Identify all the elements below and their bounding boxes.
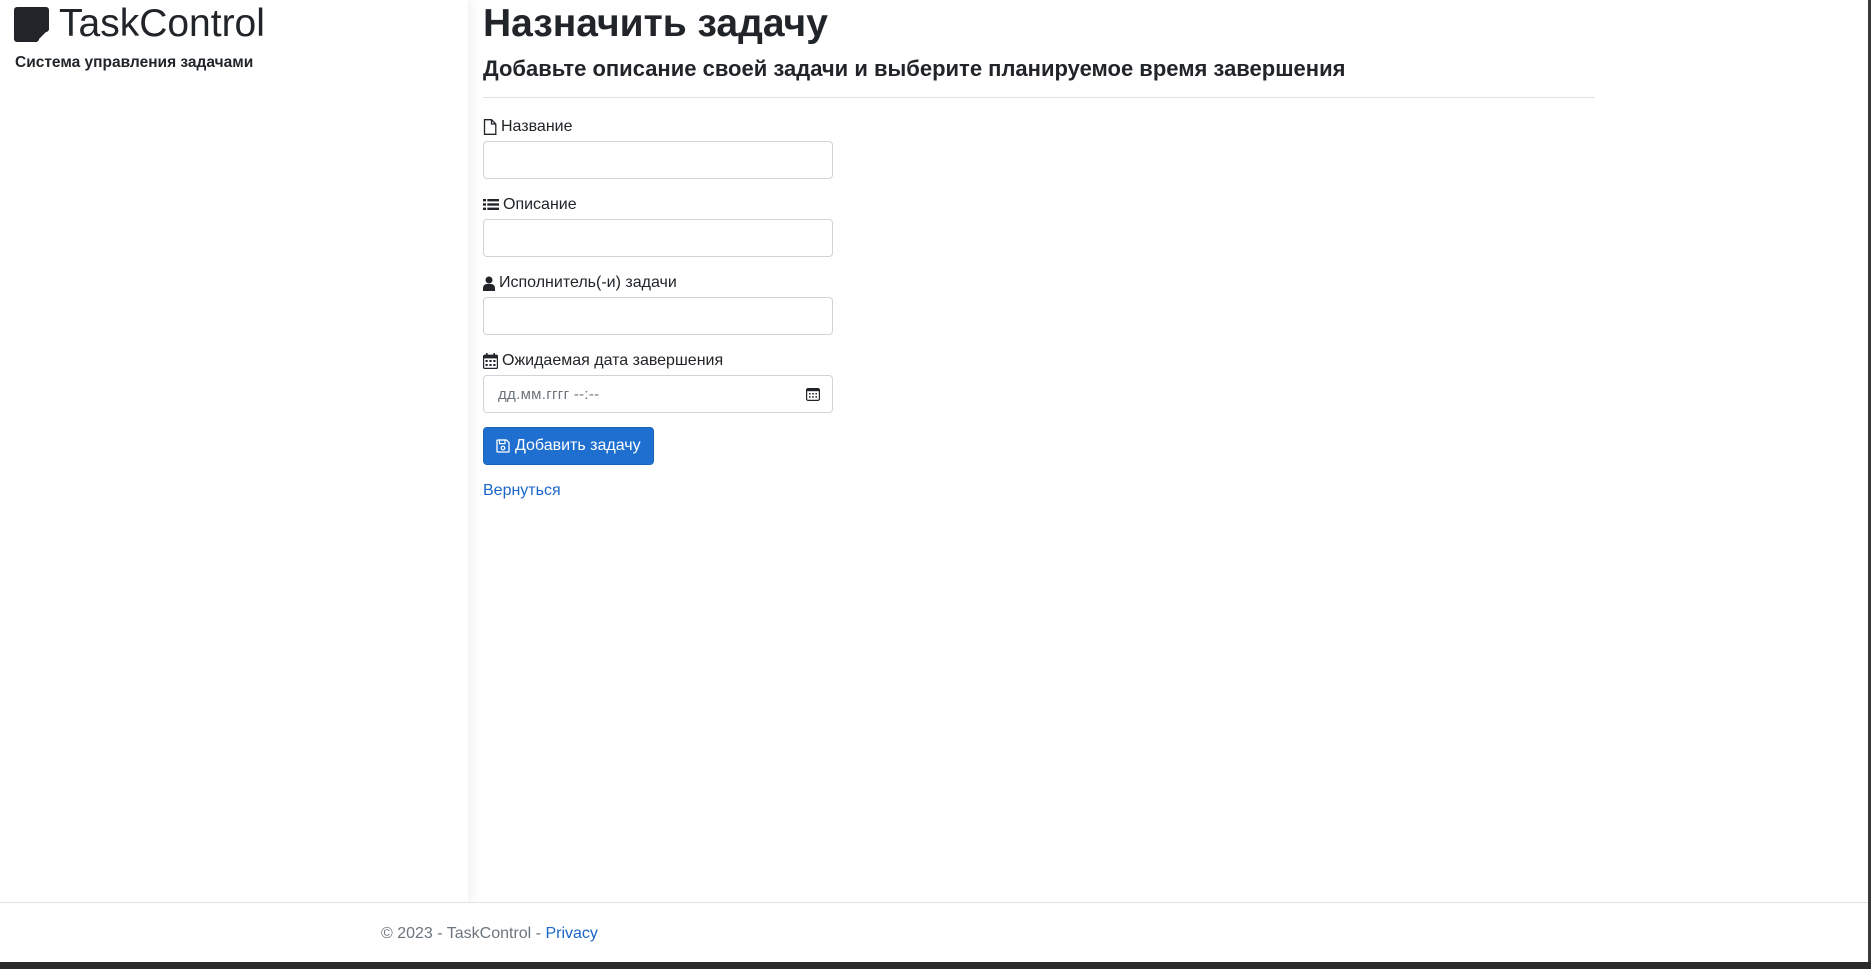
field-assignee-label: Исполнитель(-и) задачи	[483, 272, 833, 294]
brand-link[interactable]: TaskControl	[14, 2, 265, 46]
calendar-picker-icon[interactable]	[806, 387, 820, 401]
file-icon	[483, 119, 497, 135]
back-link[interactable]: Вернуться	[483, 482, 561, 500]
field-due-date-label: Ожидаемая дата завершения	[483, 350, 833, 372]
window-border-bottom	[0, 962, 1871, 969]
privacy-link[interactable]: Privacy	[545, 925, 597, 942]
calendar-icon	[483, 353, 498, 369]
field-title-label: Название	[483, 116, 833, 138]
add-task-button-label: Добавить задачу	[515, 437, 641, 454]
due-date-input[interactable]: дд.мм.гггг --:--	[483, 375, 833, 413]
assignee-input[interactable]	[483, 297, 833, 335]
user-icon	[483, 276, 495, 291]
brand-tagline: Система управления задачами	[15, 54, 254, 71]
divider	[483, 97, 1595, 98]
field-description: Описание	[483, 194, 833, 257]
footer-copyright: © 2023 - TaskControl -	[381, 925, 546, 942]
field-due-date: Ожидаемая дата завершения дд.мм.гггг --:…	[483, 350, 833, 413]
field-assignee: Исполнитель(-и) задачи	[483, 272, 833, 335]
field-description-label: Описание	[483, 194, 833, 216]
add-task-button[interactable]: Добавить задачу	[483, 427, 654, 465]
sidebar: TaskControl Система управления задачами	[0, 0, 468, 902]
page-title: Назначить задачу	[483, 2, 828, 45]
footer: © 2023 - TaskControl - Privacy	[0, 902, 1871, 963]
save-icon	[496, 439, 510, 453]
page-subtitle: Добавьте описание своей задачи и выберит…	[483, 56, 1346, 81]
field-assignee-label-text: Исполнитель(-и) задачи	[499, 274, 677, 291]
brand-name: TaskControl	[59, 2, 265, 45]
sticky-note-icon	[14, 6, 49, 42]
field-description-label-text: Описание	[503, 196, 577, 213]
list-icon	[483, 199, 499, 210]
app-window: TaskControl Система управления задачами …	[0, 0, 1871, 969]
footer-text: © 2023 - TaskControl - Privacy	[381, 925, 598, 943]
field-title: Название	[483, 116, 833, 179]
due-date-placeholder: дд.мм.гггг --:--	[498, 385, 600, 403]
field-title-label-text: Название	[501, 118, 573, 135]
description-input[interactable]	[483, 219, 833, 257]
title-input[interactable]	[483, 141, 833, 179]
field-due-date-label-text: Ожидаемая дата завершения	[502, 352, 724, 369]
